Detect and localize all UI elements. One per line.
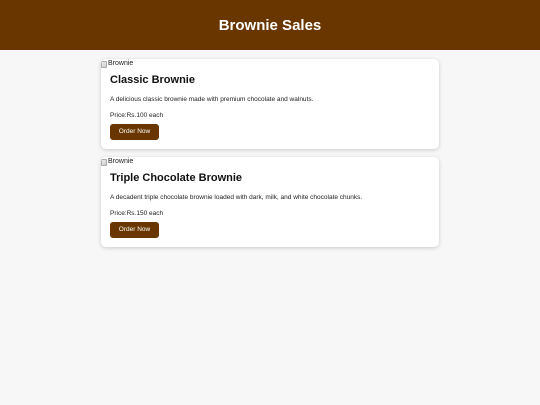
- product-card-triple-chocolate-brownie: Brownie Triple Chocolate Brownie A decad…: [101, 157, 439, 247]
- broken-image-icon: [101, 158, 107, 166]
- product-list: Brownie Classic Brownie A delicious clas…: [101, 59, 439, 247]
- product-name: Triple Chocolate Brownie: [110, 172, 243, 184]
- product-name: Classic Brownie: [110, 74, 195, 86]
- order-now-button[interactable]: Order Now: [110, 124, 159, 140]
- product-card-body: Triple Chocolate Brownie A decadent trip…: [101, 167, 439, 247]
- product-image: Brownie: [101, 157, 439, 167]
- product-price: Price:Rs.150 each: [110, 210, 164, 217]
- page-title: Brownie Sales: [218, 16, 322, 34]
- product-image: Brownie: [101, 59, 439, 69]
- product-card-body: Classic Brownie A delicious classic brow…: [101, 69, 439, 149]
- order-now-button[interactable]: Order Now: [110, 222, 159, 238]
- site-header: Brownie Sales: [0, 0, 540, 50]
- product-description: A delicious classic brownie made with pr…: [110, 96, 314, 103]
- product-image-alt: Brownie: [108, 158, 134, 165]
- product-price: Price:Rs.100 each: [110, 112, 164, 119]
- broken-image-icon: [101, 60, 107, 68]
- product-card-classic-brownie: Brownie Classic Brownie A delicious clas…: [101, 59, 439, 149]
- product-image-alt: Brownie: [108, 60, 134, 67]
- product-description: A decadent triple chocolate brownie load…: [110, 194, 363, 201]
